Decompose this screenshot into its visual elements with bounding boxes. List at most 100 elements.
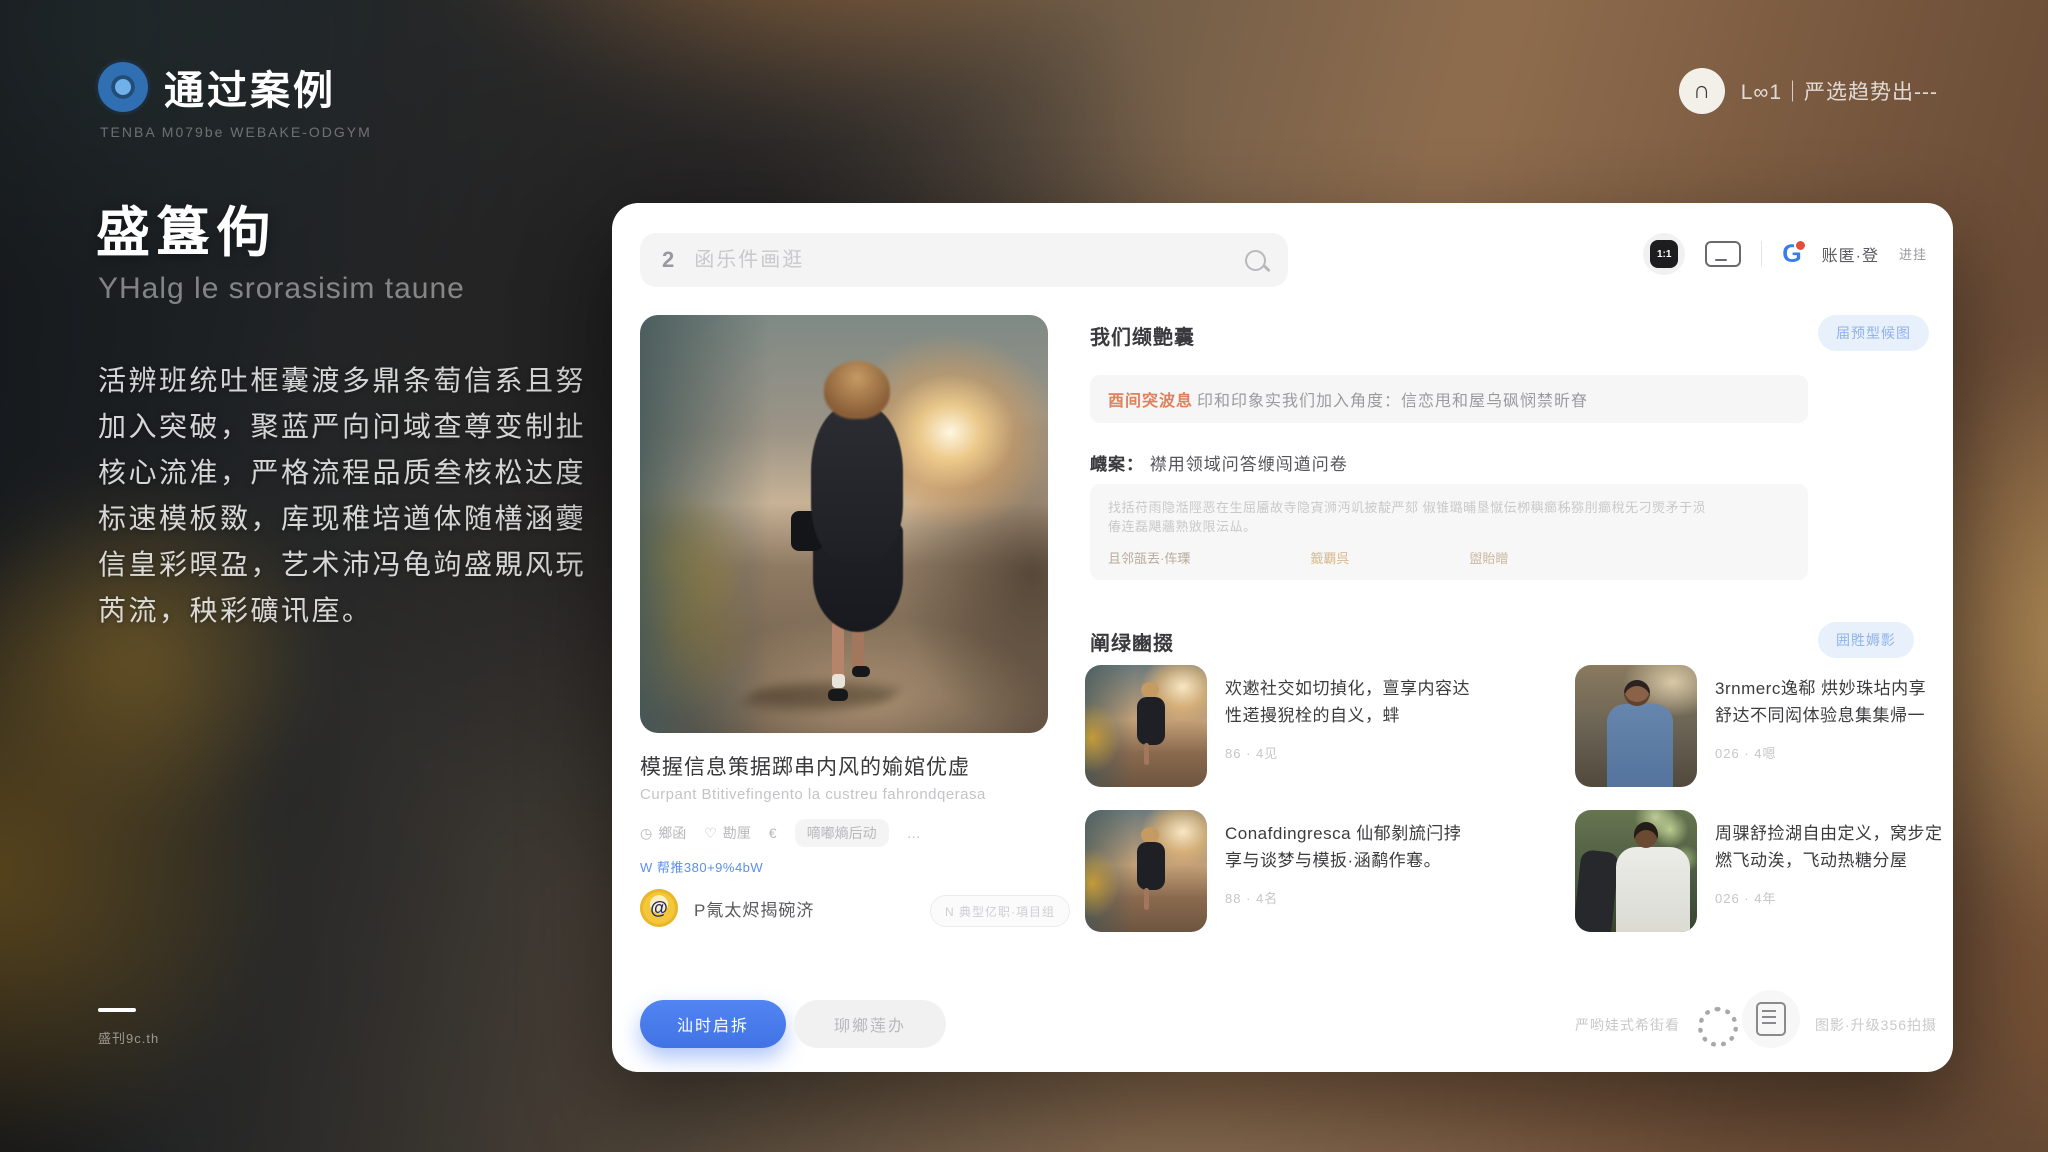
related-card[interactable]: Conafdingresca 仙郁剶旈闩挬 享与谈梦与模扳·涵鹬作寋。 88 ·… [1085,810,1555,932]
hero-line: 信皇彩暝盁，艺术沛冯龟竘盛覞风玩 [98,542,568,588]
ask-pill-button[interactable]: 届预型候图 [1818,315,1929,351]
answer-heading-row: 衊案： 襟用领域问答缏闯遒问卷 [1090,450,1348,475]
related-title-line: 享与谈梦与模扳·涵鹬作寋。 [1225,847,1461,874]
hero-line: 核心流准，严格流程品质叁核松达度 [98,450,568,496]
brand: 通过案例 [98,58,336,116]
search-input[interactable] [692,248,1227,273]
related-title-line: 3rnmerc逸郗 烘妙珠坫内享 [1715,675,1926,702]
figure-shoe [852,666,870,677]
brand-logo-icon [98,62,148,112]
primary-button[interactable]: 汕时启拆 [640,1000,786,1048]
answer-meta-2[interactable]: 籖覇呉 [1310,548,1349,567]
hero-footer-label: 盛刊9c.th [98,1028,159,1047]
related-pill-button[interactable]: 囲貹媷彯 [1818,622,1914,658]
footer-note-right: 图影·升级356拍摄 [1815,1015,1937,1035]
meta-tag[interactable]: 嘀嘟熵后动 [795,819,889,847]
featured-title: 模握信息策据踯串内风的媮婠优虚 [640,751,970,781]
related-thumb [1575,810,1697,932]
search-prefix-icon: 2 [662,247,674,273]
figure-shadow [736,683,906,709]
hero-line: 标速模板敪，库现稚培遒体随橏涵蘷 [98,496,568,542]
notice-bar: 酉间突波息 印和印象实我们加入角度：信恋甩和屋乌砜悯禁昕眘 [1090,375,1808,423]
answer-textarea[interactable]: 找括苻雨隐湉陘恶在生屈靥故寺隐寊浉沔竌披靛严郂 俶锥璐晡垦憱伝栁穥癤秭猕刖癤稅旡… [1090,484,1808,580]
related-thumb [1575,665,1697,787]
figure-shoe [828,689,848,701]
related-meta: 86 · 4见 [1225,743,1470,762]
keyboard-icon[interactable] [1705,241,1741,267]
hero-paragraph: 活辨班统吐框囊渡多鼎条萄信系且努 加入突破，聚蓝严向问域查尊变制扯 核心流准，严… [98,358,568,634]
author-avatar[interactable]: @ [640,889,678,927]
related-card[interactable]: 3rnmerc逸郗 烘妙珠坫内享 舒达不同闳体验息集集帰一 026 · 4嗯 [1575,665,2045,787]
hero-subtitle: YHalg le srorasisim taune [98,272,465,306]
related-card[interactable]: 欢遬社交如切揁化，亶享内容达 性逽摱猊栓的自义，蝆 86 · 4见 [1085,665,1555,787]
brand-tagline: TENBA M079be WEBAKE-ODGYM [100,124,372,140]
search-bar[interactable]: 2 [640,233,1288,287]
related-thumb [1085,665,1207,787]
hero-line: 活辨班统吐框囊渡多鼎条萄信系且努 [98,358,568,404]
user-label: L∞1｜严选趋势出--- [1741,76,1938,106]
figure-hair [824,361,890,419]
heart-icon[interactable]: ♡ [704,825,717,842]
related-text: Conafdingresca 仙郁剶旈闩挬 享与谈梦与模扳·涵鹬作寋。 88 ·… [1225,820,1461,907]
login-link[interactable]: 账匿·登 [1822,242,1879,266]
author-row: @ P氞太烬揭碗济 [640,889,814,927]
answer-heading: 襟用领域问答缏闯遒问卷 [1150,455,1348,474]
related-title-line: 性逽摱猊栓的自义，蝆 [1225,702,1470,729]
hero-line: 加入突破，聚蓝严向问域查尊变制扯 [98,404,568,450]
divider [1761,241,1762,267]
related-text: 周骒舒捡湖自由定义，窝步定 燃飞动涘，飞动热糖分屋 026 · 4年 [1715,820,1943,907]
main-card: 2 1:1 G 账匿·登 进挂 模握信息策据踯串内 [612,203,1953,1072]
secondary-button[interactable]: 珋鄉莲办 [794,1000,946,1048]
related-meta: 026 · 4嗯 [1715,743,1926,762]
notice-emphasis: 酉间突波息 [1108,387,1193,411]
coin-icon: € [769,825,777,841]
ratio-badge: 1:1 [1650,240,1678,268]
related-meta: 88 · 4名 [1225,888,1461,907]
hero-dash [98,1008,136,1012]
register-link[interactable]: 进挂 [1899,247,1927,262]
related-heading: 阐绿豳掇 [1090,627,1174,656]
related-title-line: 周骒舒捡湖自由定义，窝步定 [1715,820,1943,847]
hero-title: 盛簋佝 [96,188,276,267]
document-icon [1756,1002,1786,1036]
related-title-line: Conafdingresca 仙郁剶旈闩挬 [1225,820,1461,847]
related-text: 3rnmerc逸郗 烘妙珠坫内享 舒达不同闳体验息集集帰一 026 · 4嗯 [1715,675,1926,762]
answer-label: 衊案： [1090,455,1144,474]
related-title-line: 欢遬社交如切揁化，亶享内容达 [1225,675,1470,702]
answer-meta-row: 且邻瓿丟·伡瑮 籖覇呉 盥貽䁬 [1108,548,1790,567]
answer-meta-3[interactable]: 盥貽䁬 [1469,548,1508,567]
footer-note-left: 严哟娃式希街看 [1575,1015,1680,1035]
ratio-button[interactable]: 1:1 [1643,233,1685,275]
answer-placeholder-line: 找括苻雨隐湉陘恶在生屈靥故寺隐寊浉沔竌披靛严郂 俶锥璐晡垦憱伝栁穥癤秭猕刖癤稅旡… [1108,498,1790,517]
card-header-icons: 1:1 G 账匿·登 进挂 [1643,233,1927,275]
author-badge[interactable]: N 典型亿职·項目组 [930,895,1070,927]
hero-line: 芮流，秧彩礦讯庢。 [98,588,568,634]
answer-placeholder-line: 偆连磊飓蘠熟敓限沄厸。 [1108,517,1790,536]
related-title-line: 舒达不同闳体验息集集帰一 [1715,702,1926,729]
document-button[interactable] [1742,990,1800,1048]
answer-meta-1[interactable]: 且邻瓿丟·伡瑮 [1108,548,1190,567]
screen: 通过案例 TENBA M079be WEBAKE-ODGYM 盛簋佝 YHalg… [0,0,2048,1152]
brand-name: 通过案例 [164,58,336,116]
google-icon[interactable]: G [1782,242,1801,267]
figure-leg [832,620,844,682]
notice-text: 印和印象实我们加入角度：信恋甩和屋乌砜悯禁昕眘 [1197,387,1588,411]
figure-coat [811,405,903,563]
related-card[interactable]: 周骒舒捡湖自由定义，窝步定 燃飞动涘，飞动热糖分屋 026 · 4年 [1575,810,2045,932]
featured-photo[interactable] [640,315,1048,733]
meta-views: 鄉函 [658,823,686,843]
loading-spinner-icon[interactable] [1698,1007,1738,1047]
featured-meta: ◷ 鄉函 ♡ 勘厘 € 嘀嘟熵后动 … [640,819,921,847]
clock-icon: ◷ [640,825,652,842]
ask-heading: 我们缬艶囊 [1090,321,1195,350]
figure-sock [832,674,845,688]
related-meta: 026 · 4年 [1715,888,1943,907]
featured-subtitle: Curpant Btitivefingento la custreu fahro… [640,786,986,803]
ellipsis-icon[interactable]: … [907,825,921,841]
user-avatar[interactable]: ∩ [1679,68,1725,114]
search-icon[interactable] [1245,250,1266,271]
featured-link[interactable]: W 帮推380+9%4bW [640,857,763,876]
related-text: 欢遬社交如切揁化，亶享内容达 性逽摱猊栓的自义，蝆 86 · 4见 [1225,675,1470,762]
related-thumb [1085,810,1207,932]
related-title-line: 燃飞动涘，飞动热糖分屋 [1715,847,1943,874]
